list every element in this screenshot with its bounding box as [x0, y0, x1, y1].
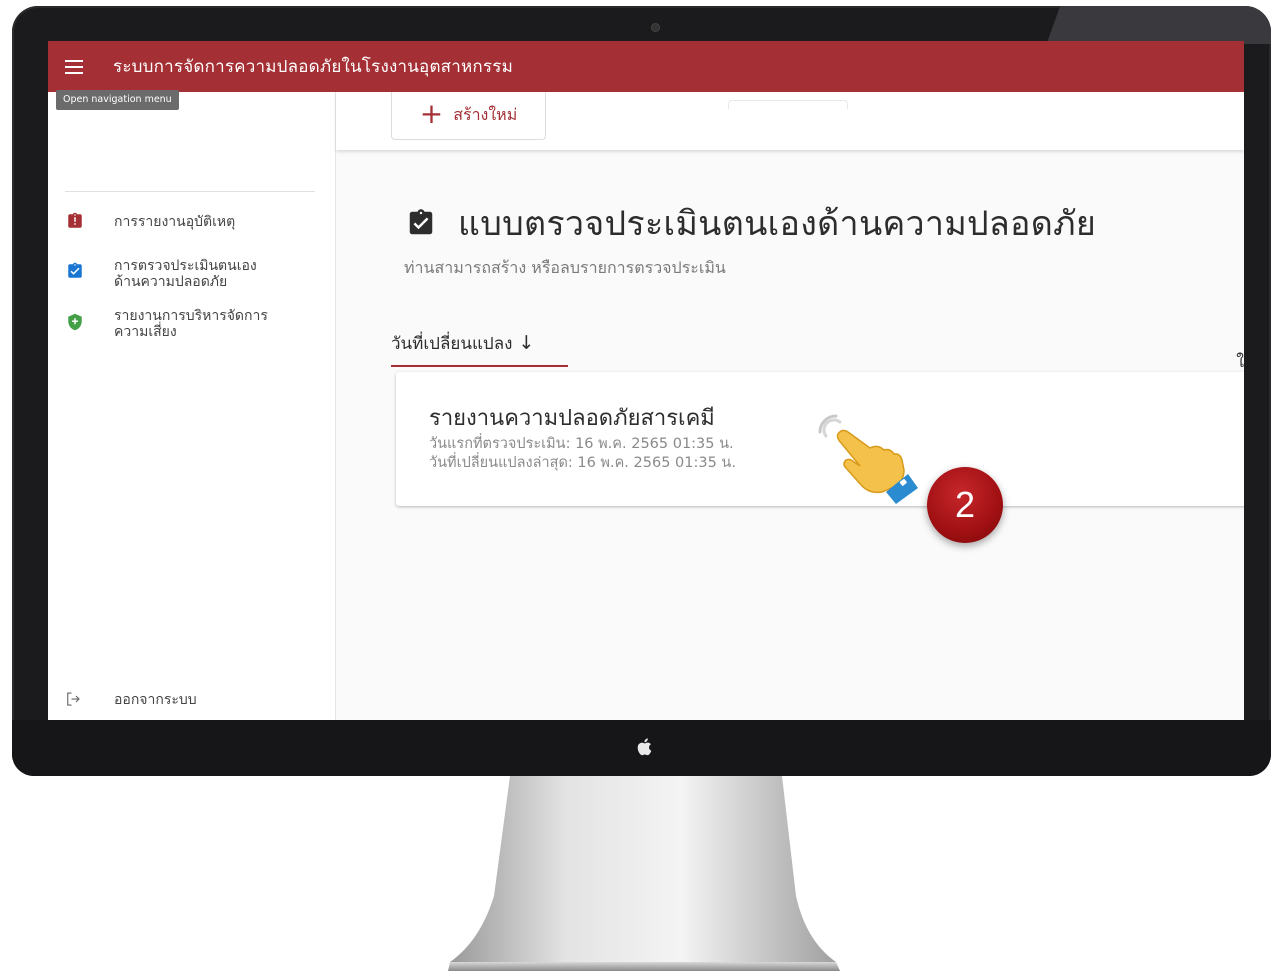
sidebar-item-label: การรายงานอุบัติเหตุ [114, 214, 236, 230]
sort-label: วันที่เปลี่ยนแปลง [391, 334, 513, 354]
sidebar-item-accident-report[interactable]: การรายงานอุบัติเหตุ [48, 212, 335, 236]
app-title: ระบบการจัดการความปลอดภัยในโรงงานอุตสาหกร… [113, 57, 513, 77]
report-title: รายงานความปลอดภัยสารเคมี [429, 406, 715, 431]
create-new-label: สร้างใหม่ [453, 105, 518, 124]
camera-icon [652, 24, 659, 31]
clipboard-alert-icon [68, 212, 82, 228]
sidebar: การรายงานอุบัติเหตุ การตรวจประเมินตนเอง … [48, 92, 336, 720]
page-subtitle: ท่านสามารถสร้าง หรือลบรายการตรวจประเมิน [404, 258, 726, 277]
bezel-reflection [1011, 6, 1271, 44]
menu-tooltip: Open navigation menu [56, 90, 179, 110]
sidebar-item-self-assessment[interactable]: การตรวจประเมินตนเอง ด้านความปลอดภัย [48, 258, 335, 292]
logout-icon [67, 692, 80, 706]
report-last-modified: วันที่เปลี่ยนแปลงล่าสุด: 16 พ.ค. 2565 01… [429, 455, 736, 471]
sidebar-item-label: การตรวจประเมินตนเอง ด้านความปลอดภัย [114, 258, 257, 290]
sidebar-divider [65, 191, 315, 192]
monitor-stand [448, 776, 840, 971]
create-new-button[interactable]: + สร้างใหม่ [391, 92, 546, 140]
app-screen: ระบบการจัดการความปลอดภัยในโรงงานอุตสาหกร… [48, 41, 1244, 720]
clipboard-check-icon [409, 209, 433, 235]
main-content: + สร้างใหม่ แบบตรวจประเมินตนเองด้านความป… [336, 92, 1244, 720]
page-heading: แบบตรวจประเมินตนเองด้านความปลอดภัย [406, 196, 1096, 250]
toolbar-tab[interactable] [728, 100, 848, 109]
logout-button[interactable]: ออกจากระบบ [48, 690, 335, 710]
page-title: แบบตรวจประเมินตนเองด้านความปลอดภัย [458, 204, 1097, 244]
step-number-badge: 2 [927, 467, 1003, 543]
sidebar-item-risk-management[interactable]: รายงานการบริหารจัดการ ความเสี่ยง [48, 308, 335, 342]
sidebar-item-label: รายงานการบริหารจัดการ ความเสี่ยง [114, 308, 268, 340]
pointing-hand-icon [818, 414, 918, 504]
sort-by-modified-date[interactable]: วันที่เปลี่ยนแปลง ↓ [391, 330, 568, 367]
clipboard-check-icon [68, 262, 82, 278]
arrow-down-icon: ↓ [518, 332, 535, 354]
logout-label: ออกจากระบบ [114, 692, 197, 708]
toolbar: + สร้างใหม่ [336, 92, 1244, 150]
shield-plus-icon [68, 313, 82, 331]
apple-logo-icon [637, 738, 652, 756]
plus-icon: + [419, 97, 444, 130]
menu-icon[interactable] [65, 59, 83, 74]
app-bar: ระบบการจัดการความปลอดภัยในโรงงานอุตสาหกร… [48, 41, 1244, 92]
